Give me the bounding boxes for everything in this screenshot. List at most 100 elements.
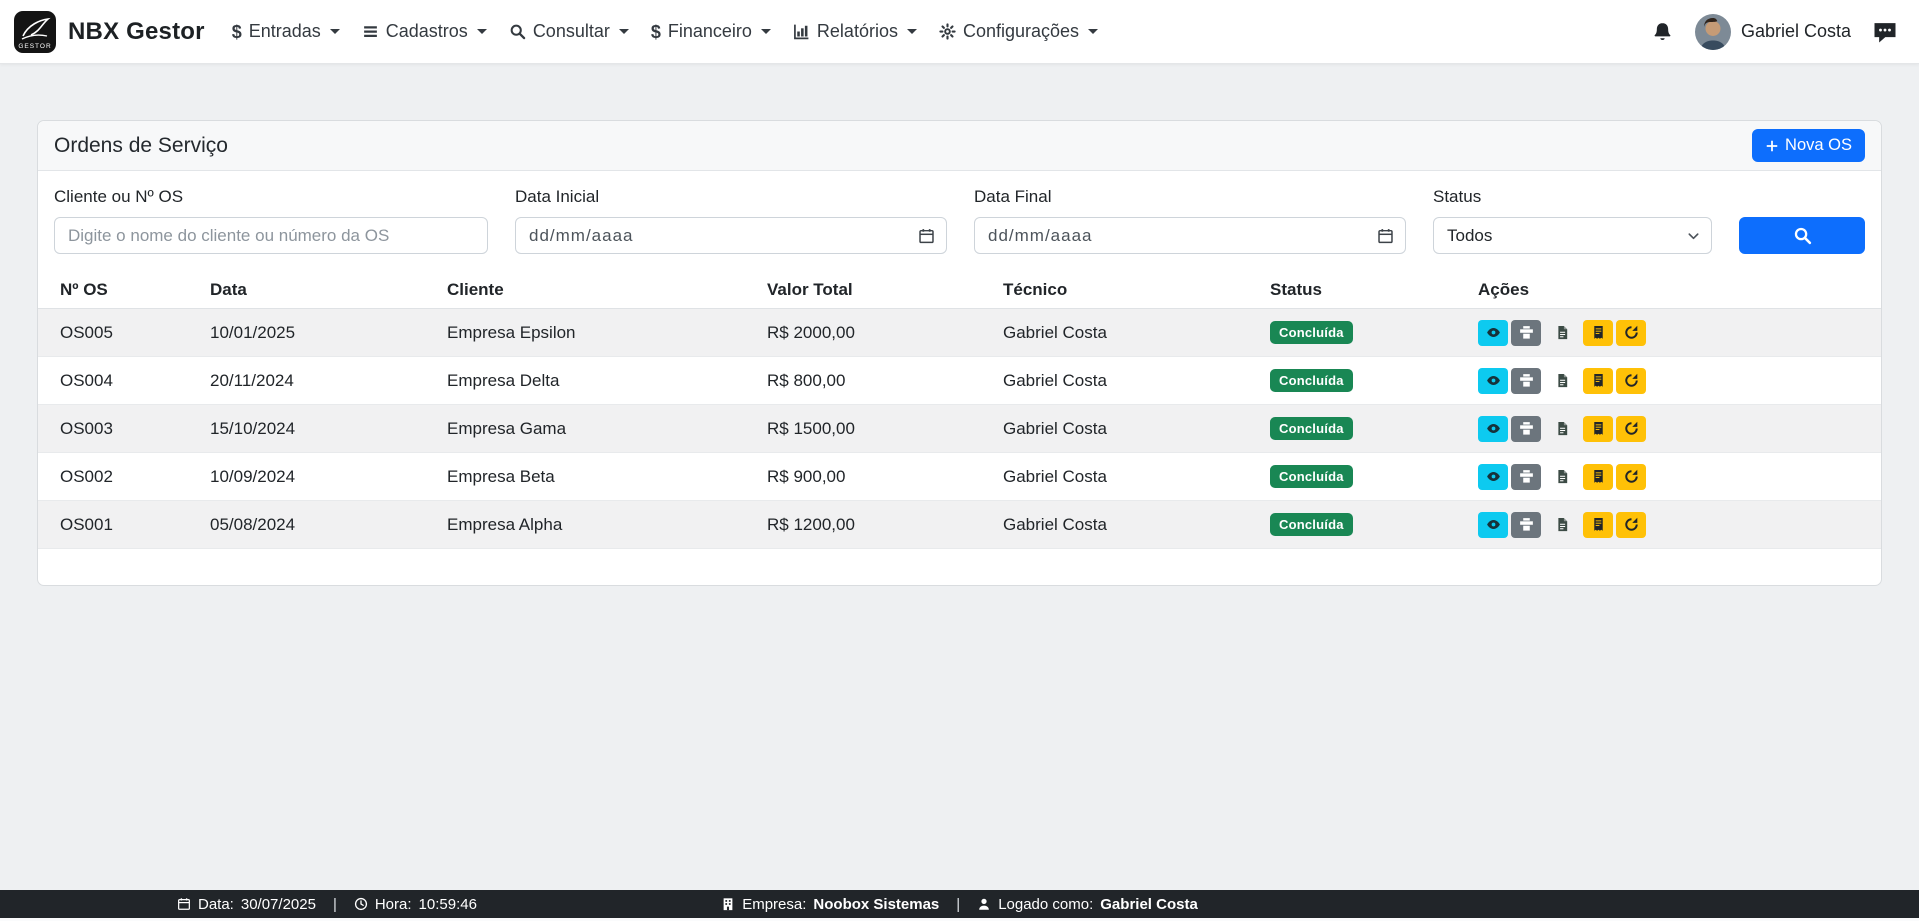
service-orders-card: Ordens de Serviço Nova OS Cliente ou Nº … bbox=[37, 120, 1882, 586]
file-os-button[interactable] bbox=[1547, 464, 1577, 490]
print-os-button[interactable] bbox=[1511, 320, 1541, 346]
table-row: OS004 20/11/2024 Empresa Delta R$ 800,00… bbox=[38, 357, 1881, 405]
nav-item-consultar[interactable]: Consultar bbox=[498, 21, 640, 42]
file-os-button[interactable] bbox=[1547, 320, 1577, 346]
new-os-button[interactable]: Nova OS bbox=[1752, 129, 1865, 162]
user-menu[interactable]: Gabriel Costa bbox=[1695, 14, 1851, 50]
cell-data: 15/10/2024 bbox=[198, 405, 435, 453]
print-os-button[interactable] bbox=[1511, 416, 1541, 442]
printer-icon bbox=[1519, 517, 1534, 532]
row-actions bbox=[1478, 512, 1869, 538]
file-invoice-icon bbox=[1555, 325, 1570, 340]
cell-valor: R$ 1200,00 bbox=[755, 501, 991, 549]
eye-icon bbox=[1486, 373, 1501, 388]
table-header-row: Nº OS Data Cliente Valor Total Técnico S… bbox=[38, 272, 1881, 309]
cell-tecnico: Gabriel Costa bbox=[991, 405, 1258, 453]
footer-datetime: Data: 30/07/2025 | Hora: 10:59:46 bbox=[177, 896, 477, 913]
cell-cliente: Empresa Alpha bbox=[435, 501, 755, 549]
file-invoice-icon bbox=[1555, 421, 1570, 436]
filter-client: Cliente ou Nº OS bbox=[54, 187, 488, 254]
table-row: OS001 05/08/2024 Empresa Alpha R$ 1200,0… bbox=[38, 501, 1881, 549]
caret-down-icon bbox=[330, 29, 340, 34]
col-header-cliente: Cliente bbox=[435, 272, 755, 309]
page-title: Ordens de Serviço bbox=[54, 134, 228, 158]
date-start-input[interactable] bbox=[515, 217, 947, 254]
chat-button[interactable] bbox=[1873, 20, 1897, 44]
client-filter-label: Cliente ou Nº OS bbox=[54, 187, 488, 207]
receipt-os-button[interactable] bbox=[1583, 512, 1613, 538]
nav-item-relatorios[interactable]: Relatórios bbox=[782, 21, 928, 42]
plus-icon bbox=[1765, 139, 1779, 153]
footer-date: 30/07/2025 bbox=[241, 896, 316, 913]
printer-icon bbox=[1519, 469, 1534, 484]
brand: NBX Gestor bbox=[68, 18, 205, 46]
client-search-input[interactable] bbox=[54, 217, 488, 254]
receipt-icon bbox=[1591, 325, 1606, 340]
redo-os-button[interactable] bbox=[1616, 464, 1646, 490]
cell-cliente: Empresa Gama bbox=[435, 405, 755, 453]
app-logo: GESTOR bbox=[14, 11, 56, 53]
nav-item-entradas[interactable]: $ Entradas bbox=[221, 21, 351, 42]
cell-data: 20/11/2024 bbox=[198, 357, 435, 405]
file-os-button[interactable] bbox=[1547, 416, 1577, 442]
brand-link[interactable]: GESTOR NBX Gestor bbox=[14, 11, 205, 53]
view-os-button[interactable] bbox=[1478, 416, 1508, 442]
redo-icon bbox=[1624, 469, 1639, 484]
printer-icon bbox=[1519, 373, 1534, 388]
cell-cliente: Empresa Delta bbox=[435, 357, 755, 405]
redo-os-button[interactable] bbox=[1616, 320, 1646, 346]
cell-valor: R$ 800,00 bbox=[755, 357, 991, 405]
cell-data: 10/01/2025 bbox=[198, 309, 435, 357]
card-header: Ordens de Serviço Nova OS bbox=[38, 121, 1881, 171]
search-button[interactable] bbox=[1739, 217, 1865, 254]
receipt-os-button[interactable] bbox=[1583, 320, 1613, 346]
redo-os-button[interactable] bbox=[1616, 416, 1646, 442]
filters-bar: Cliente ou Nº OS Data Inicial Data Final… bbox=[38, 171, 1881, 272]
cell-tecnico: Gabriel Costa bbox=[991, 501, 1258, 549]
status-badge: Concluída bbox=[1270, 369, 1353, 392]
list-icon bbox=[362, 23, 379, 40]
view-os-button[interactable] bbox=[1478, 368, 1508, 394]
receipt-os-button[interactable] bbox=[1583, 368, 1613, 394]
nav-item-configuracoes[interactable]: Configurações bbox=[928, 21, 1109, 42]
date-start-label: Data Inicial bbox=[515, 187, 947, 207]
cell-os: OS001 bbox=[38, 501, 198, 549]
redo-os-button[interactable] bbox=[1616, 368, 1646, 394]
cell-os: OS003 bbox=[38, 405, 198, 453]
receipt-icon bbox=[1591, 469, 1606, 484]
file-os-button[interactable] bbox=[1547, 512, 1577, 538]
receipt-icon bbox=[1591, 517, 1606, 532]
footer-company-user: Empresa: Noobox Sistemas | Logado como: … bbox=[721, 896, 1198, 913]
file-os-button[interactable] bbox=[1547, 368, 1577, 394]
filter-date-start: Data Inicial bbox=[515, 187, 947, 254]
receipt-os-button[interactable] bbox=[1583, 416, 1613, 442]
filter-status: Status Todos bbox=[1433, 187, 1712, 254]
printer-icon bbox=[1519, 421, 1534, 436]
print-os-button[interactable] bbox=[1511, 512, 1541, 538]
view-os-button[interactable] bbox=[1478, 320, 1508, 346]
nav-item-cadastros[interactable]: Cadastros bbox=[351, 21, 498, 42]
footer-company: Noobox Sistemas bbox=[813, 896, 939, 913]
caret-down-icon bbox=[1088, 29, 1098, 34]
col-header-os: Nº OS bbox=[38, 272, 198, 309]
cell-tecnico: Gabriel Costa bbox=[991, 453, 1258, 501]
date-end-input[interactable] bbox=[974, 217, 1406, 254]
date-end-label: Data Final bbox=[974, 187, 1406, 207]
row-actions bbox=[1478, 416, 1869, 442]
nav-item-financeiro[interactable]: $ Financeiro bbox=[640, 21, 782, 42]
print-os-button[interactable] bbox=[1511, 464, 1541, 490]
redo-icon bbox=[1624, 373, 1639, 388]
status-badge: Concluída bbox=[1270, 465, 1353, 488]
status-select[interactable]: Todos bbox=[1433, 217, 1712, 254]
cell-cliente: Empresa Epsilon bbox=[435, 309, 755, 357]
receipt-os-button[interactable] bbox=[1583, 464, 1613, 490]
redo-os-button[interactable] bbox=[1616, 512, 1646, 538]
print-os-button[interactable] bbox=[1511, 368, 1541, 394]
avatar-image bbox=[1695, 14, 1731, 50]
filter-date-end: Data Final bbox=[974, 187, 1406, 254]
notifications-button[interactable] bbox=[1652, 21, 1673, 42]
chat-icon bbox=[1873, 20, 1897, 44]
view-os-button[interactable] bbox=[1478, 464, 1508, 490]
caret-down-icon bbox=[761, 29, 771, 34]
view-os-button[interactable] bbox=[1478, 512, 1508, 538]
